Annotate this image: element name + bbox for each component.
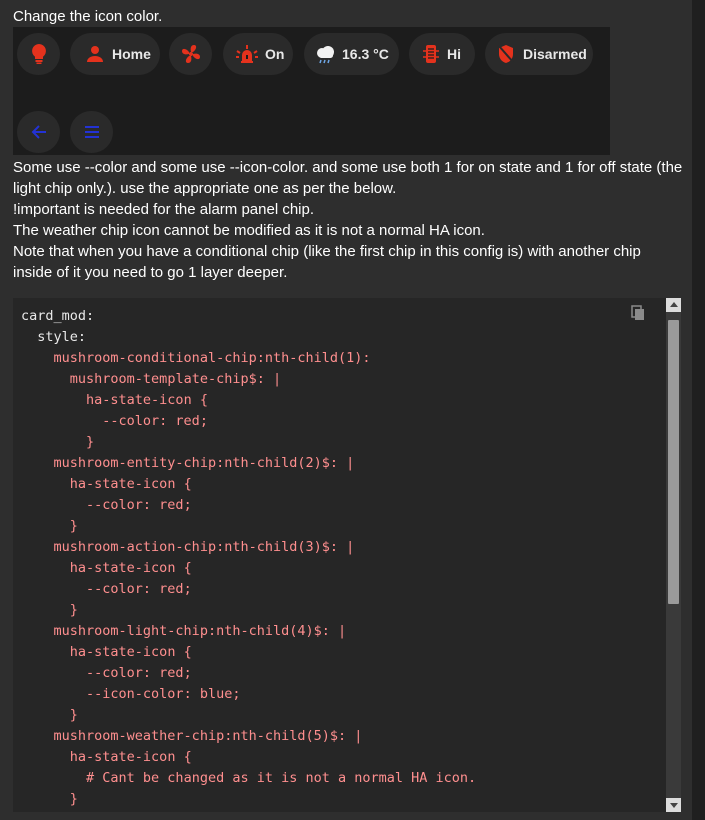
code-token: ha-state-icon { [69,749,192,765]
code-line: } [21,600,476,621]
paragraph: The weather chip icon cannot be modified… [13,222,485,239]
post-heading: Change the icon color. [13,8,163,25]
code-token: mushroom-action-chip:nth-child(3)$: | [53,539,355,555]
shield-off-icon [497,44,515,64]
code-line: } [21,705,476,726]
chip-label: On [265,46,285,62]
code-token: --color: red; [86,665,192,681]
code-token: } [86,434,95,450]
paragraph: !important is needed for the alarm panel… [13,201,315,218]
page-margin [692,0,705,820]
chip-label: Home [112,46,151,62]
post-body-text: Some use --color and some use --icon-col… [13,157,683,283]
code-line: mushroom-conditional-chip:nth-child(1): [21,348,476,369]
entity-chip-home[interactable]: Home [70,33,160,75]
code-token: } [69,602,78,618]
code-line: mushroom-weather-chip:nth-child(5)$: | [21,726,476,747]
code-line: --color: red; [21,663,476,684]
menu-icon [84,126,100,138]
code-token: --color: red; [86,497,192,513]
code-line: ha-state-icon { [21,642,476,663]
code-line: ha-state-icon { [21,747,476,768]
light-chip[interactable]: On [223,33,293,75]
code-line: } [21,516,476,537]
code-line: } [21,789,476,810]
code-line: ha-state-icon { [21,390,476,411]
menu-chip[interactable] [70,111,113,153]
code-line: --color: red; [21,495,476,516]
chip-label: Hi [447,46,461,62]
code-token: } [69,707,78,723]
copy-icon[interactable] [631,305,645,321]
code-token: mushroom-entity-chip:nth-child(2)$: | [53,455,355,471]
lightbulb-icon [30,43,48,65]
code-token: ha-state-icon { [69,476,192,492]
code-token: mushroom-conditional-chip:nth-child(1): [53,350,371,366]
code-token: style: [37,329,87,345]
code-token: card_mod: [21,308,95,324]
chip-label: Disarmed [523,46,587,62]
code-line: ha-state-icon { [21,558,476,579]
code-token: ha-state-icon { [86,392,208,408]
alarm-control-panel-chip[interactable]: Disarmed [485,33,593,75]
code-token: --icon-color: blue; [86,686,241,702]
code-line: mushroom-entity-chip:nth-child(2)$: | [21,453,476,474]
code-line: style: [21,327,476,348]
scroll-down-arrow-icon[interactable] [666,798,681,812]
code-token: --color: red; [86,581,192,597]
code-token: ha-state-icon { [69,560,192,576]
code-line: --color: red; [21,579,476,600]
code-token: mushroom-weather-chip:nth-child(5)$: | [53,728,363,744]
alarm-light-icon [235,45,259,63]
chip-label: 16.3 °C [342,46,389,62]
cloud-rain-icon [314,44,336,64]
paragraph: Some use --color and some use --icon-col… [13,159,683,197]
code-line: mushroom-light-chip:nth-child(4)$: | [21,621,476,642]
code-line: mushroom-action-chip:nth-child(3)$: | [21,537,476,558]
conditional-template-chip[interactable] [17,33,60,75]
code-line: mushroom-template-chip$: | [21,369,476,390]
code-line: } [21,432,476,453]
code-line: --icon-color: blue; [21,684,476,705]
mushroom-chips-card: Home On 16.3 °C Hi Disarmed [13,27,610,155]
code-token: ha-state-icon { [69,644,192,660]
code-line: ha-state-icon { [21,474,476,495]
weather-chip[interactable]: 16.3 °C [304,33,399,75]
code-token: mushroom-template-chip$: | [69,371,282,387]
code-line: --color: red; [21,411,476,432]
paragraph: Note that when you have a conditional ch… [13,243,641,281]
code-block[interactable]: card_mod: style: mushroom-conditional-ch… [13,298,681,812]
scrollbar-thumb[interactable] [668,320,679,604]
code-line: card_mod: [21,306,476,327]
back-chip[interactable] [17,111,60,153]
action-chip-fan[interactable] [169,33,212,75]
scroll-up-arrow-icon[interactable] [666,298,681,312]
fan-icon [181,44,201,64]
code-line: # Cant be changed as it is not a normal … [21,768,476,789]
code-token: } [69,791,78,807]
code-token: # Cant be changed as it is not a normal … [86,770,477,786]
arrow-left-icon [31,125,47,139]
person-icon [86,45,104,63]
thermostat-icon [423,45,439,63]
climate-chip[interactable]: Hi [409,33,475,75]
code-token: } [69,518,78,534]
code-token: mushroom-light-chip:nth-child(4)$: | [53,623,347,639]
code-token: --color: red; [102,413,208,429]
code-content[interactable]: card_mod: style: mushroom-conditional-ch… [21,306,476,810]
